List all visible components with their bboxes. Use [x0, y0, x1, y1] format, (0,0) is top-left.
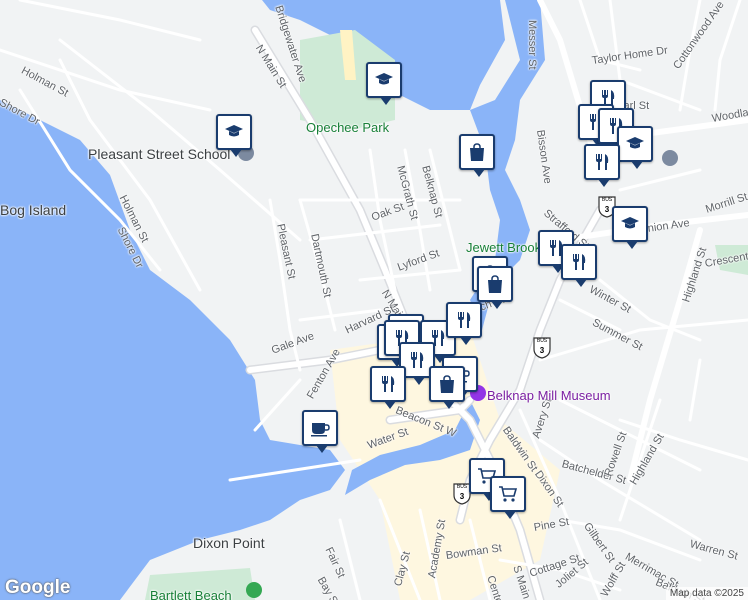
place-label[interactable]: Pleasant Street School — [88, 146, 230, 162]
school-marker[interactable] — [617, 126, 653, 169]
shopping-bag-marker[interactable] — [429, 366, 465, 409]
restaurant-marker[interactable] — [446, 302, 482, 345]
shopping-cart-marker[interactable] — [490, 476, 526, 519]
google-logo: Google — [5, 577, 71, 598]
route-shield-icon: BUS 3 — [532, 337, 552, 359]
restaurant-marker[interactable] — [561, 244, 597, 287]
place-label[interactable]: Bartlett Beach — [150, 588, 232, 600]
route-shield-type: BUS — [536, 338, 548, 344]
restaurant-marker[interactable] — [584, 144, 620, 187]
map-canvas[interactable]: Bridgewater Ave N Main St Holman St Shore D… — [0, 0, 748, 600]
shopping-bag-marker[interactable] — [477, 266, 513, 309]
place-label[interactable]: Belknap Mill Museum — [487, 388, 611, 403]
coffee-marker[interactable] — [302, 410, 338, 453]
school-marker[interactable] — [366, 62, 402, 105]
shopping-bag-marker[interactable] — [459, 134, 495, 177]
place-label[interactable]: Jewett Brook — [466, 240, 541, 255]
restaurant-marker[interactable] — [370, 366, 406, 409]
place-label[interactable]: Opechee Park — [306, 120, 389, 135]
map-attribution[interactable]: Map data ©2025 — [665, 587, 748, 600]
route-shield-number: 3 — [459, 492, 465, 501]
route-shield-type: BUS — [601, 197, 613, 203]
park-poi-icon[interactable] — [246, 582, 262, 598]
place-label[interactable]: Bog Island — [0, 202, 66, 218]
school-poi-icon[interactable] — [662, 150, 678, 166]
street-label: Messer St — [526, 20, 538, 70]
school-marker[interactable] — [216, 114, 252, 157]
school-marker[interactable] — [612, 206, 648, 249]
place-label[interactable]: Dixon Point — [193, 535, 265, 551]
route-shield-number: 3 — [539, 346, 545, 355]
